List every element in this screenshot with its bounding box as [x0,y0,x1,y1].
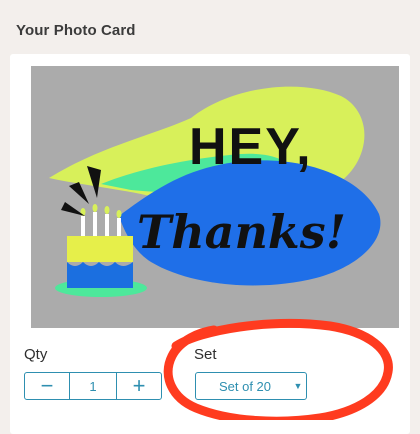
page-title: Your Photo Card [16,22,136,39]
qty-label: Qty [24,346,48,363]
decrease-quantity-button[interactable]: − [25,373,70,399]
card-greeting-hey: HEY, [189,118,313,176]
chevron-down-icon: ▼ [293,381,303,391]
cake-top-layer [67,236,133,262]
set-size-value: Set of 20 [218,378,272,394]
card-artwork: HEY, Thanks! [31,66,399,328]
photo-card-preview: HEY, Thanks! [31,66,399,328]
increase-quantity-button[interactable]: + [116,373,161,399]
quantity-stepper[interactable]: − 1 + [24,372,162,400]
card-greeting-thanks: Thanks! [137,205,346,259]
set-label: Set [194,346,217,363]
quantity-value[interactable]: 1 [70,373,116,399]
set-size-select[interactable]: Set of 20 ▼ [195,372,307,400]
